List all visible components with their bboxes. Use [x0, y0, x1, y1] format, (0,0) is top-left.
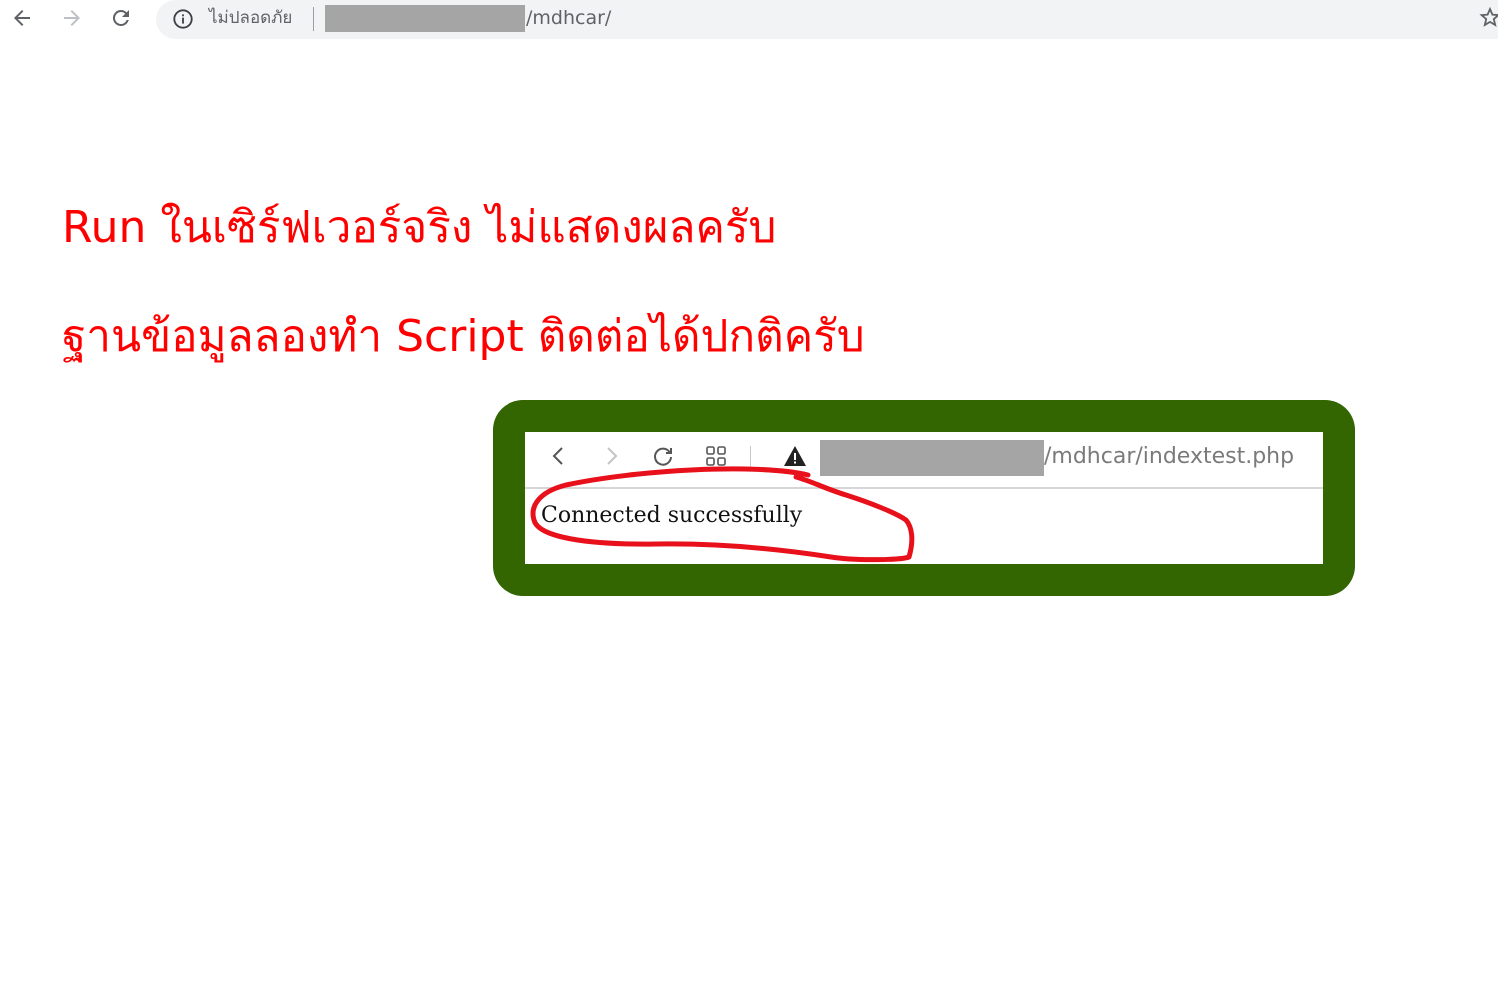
embedded-browser-toolbar: /mdhcar/indextest.php: [525, 432, 1323, 489]
reload-button[interactable]: [105, 2, 137, 34]
embedded-redacted-domain: [820, 440, 1044, 476]
embedded-separator: [750, 446, 751, 468]
forward-button[interactable]: [56, 2, 88, 34]
arrow-left-icon: [14, 10, 30, 26]
embedded-warning-button[interactable]: [779, 440, 811, 472]
chevron-right-icon: [607, 447, 618, 465]
connection-status-text: Connected successfully: [541, 503, 803, 528]
heading-line-2: ฐานข้อมูลลองทำ Script ติดต่อได้ปกติครับ: [62, 311, 865, 362]
embedded-apps-button[interactable]: [700, 440, 732, 472]
embedded-forward-button[interactable]: [595, 440, 627, 472]
security-status-label[interactable]: ไม่ปลอดภัย: [209, 6, 292, 30]
embedded-screenshot: /mdhcar/indextest.php Connected successf…: [525, 432, 1323, 564]
address-separator: [313, 7, 314, 31]
reload-icon: [654, 447, 672, 466]
info-icon[interactable]: [170, 6, 196, 32]
grid-icon: [706, 446, 726, 466]
embedded-url-path[interactable]: /mdhcar/indextest.php: [1044, 442, 1294, 472]
redacted-domain: [325, 5, 525, 32]
url-path[interactable]: /mdhcar/: [526, 5, 611, 31]
embedded-reload-button[interactable]: [647, 440, 679, 472]
chevron-left-icon: [552, 447, 563, 465]
arrow-right-icon: [64, 10, 80, 26]
reload-icon: [112, 9, 129, 26]
back-button[interactable]: [6, 2, 38, 34]
embedded-back-button[interactable]: [543, 440, 575, 472]
browser-toolbar: ไม่ปลอดภัย /mdhcar/: [0, 0, 1498, 40]
warning-icon: [784, 446, 806, 466]
heading-line-1: Run ในเซิร์ฟเวอร์จริง ไม่แสดงผลครับ: [62, 202, 777, 253]
bookmark-star-icon[interactable]: [1478, 4, 1498, 32]
